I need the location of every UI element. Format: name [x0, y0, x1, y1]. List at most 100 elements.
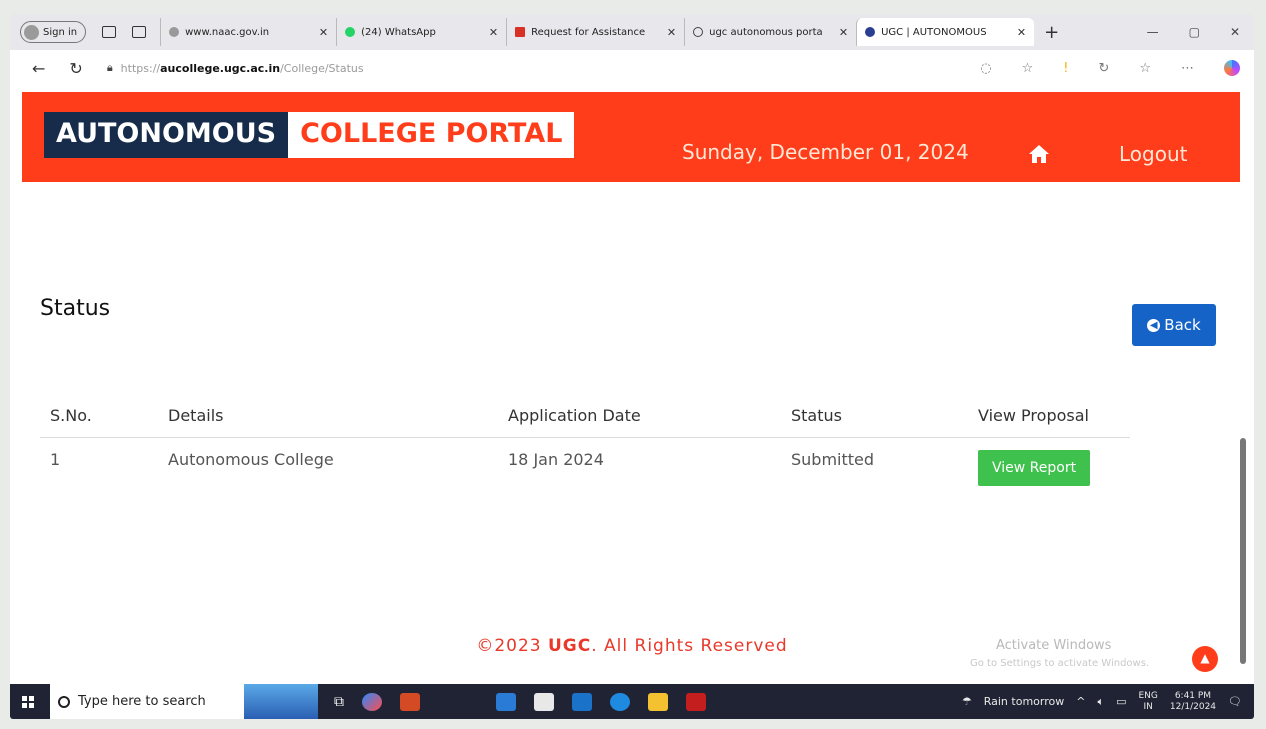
alert-icon[interactable]: ! — [1063, 61, 1068, 76]
taskbar-search-box[interactable]: Type here to search — [50, 684, 318, 719]
window-controls: — ▢ ✕ — [1147, 25, 1254, 39]
maximize-icon[interactable]: ▢ — [1189, 25, 1200, 39]
battery-icon[interactable]: ▭ — [1116, 695, 1126, 708]
task-view-icon[interactable]: ⧉ — [334, 694, 344, 710]
tab-label: (24) WhatsApp — [361, 26, 436, 38]
copilot-icon[interactable] — [1224, 60, 1240, 76]
url-host: aucollege.ugc.ac.in — [160, 61, 281, 75]
workspaces-icon[interactable] — [102, 26, 117, 38]
scroll-to-top-button[interactable]: ▲ — [1192, 646, 1218, 672]
clock-time: 6:41 PM — [1174, 690, 1212, 701]
cell-details: Autonomous College — [168, 450, 334, 469]
tab-actions-icon[interactable] — [132, 26, 147, 38]
close-window-icon[interactable]: ✕ — [1230, 25, 1240, 39]
more-icon[interactable]: ⋯ — [1181, 61, 1194, 76]
tab-ugc-autonomous[interactable]: UGC | AUTONOMOUS ✕ — [856, 18, 1035, 46]
read-aloud-icon[interactable]: ◌ — [980, 61, 991, 76]
close-tab-icon[interactable]: ✕ — [839, 26, 848, 39]
profile-icon — [24, 24, 39, 40]
tab-label: UGC | AUTONOMOUS — [881, 26, 987, 38]
volume-icon[interactable]: 🔈︎ — [1097, 695, 1104, 709]
search-highlight-image — [244, 684, 318, 719]
tab-search[interactable]: ugc autonomous porta ✕ — [684, 18, 856, 46]
site-header: AUTONOMOUS COLLEGE PORTAL Sunday, Decemb… — [22, 92, 1240, 182]
browser-toolbar: ◌ ☆ ! ↻ ☆ ⋯ — [980, 60, 1254, 76]
system-tray: ☂ Rain tomorrow ^ 🔈︎ ▭ ENG IN 6:41 PM 12… — [962, 691, 1254, 713]
col-application-date: Application Date — [498, 398, 781, 438]
back-button-label: Back — [1164, 316, 1201, 334]
cell-date: 18 Jan 2024 — [508, 450, 604, 469]
close-tab-icon[interactable]: ✕ — [1017, 26, 1026, 39]
footer-prefix: ©2023 — [476, 636, 548, 656]
windows-start-icon[interactable] — [22, 695, 34, 708]
close-tab-icon[interactable]: ✕ — [489, 26, 498, 39]
refresh-icon[interactable]: ↻ — [69, 59, 82, 78]
windows-taskbar: Type here to search ⧉ ☂ Rain tomorrow ^ … — [10, 684, 1254, 719]
page-title: Status — [40, 296, 111, 321]
address-bar: ← ↻ 🔒︎ https://aucollege.ugc.ac.in/Colle… — [10, 50, 1254, 86]
search-icon — [58, 695, 70, 708]
weather-text[interactable]: Rain tomorrow — [984, 695, 1065, 708]
footer-brand: UGC — [548, 636, 592, 656]
tab-label: www.naac.gov.in — [185, 26, 270, 38]
home-icon[interactable] — [1028, 144, 1050, 164]
url-scheme: https:// — [120, 61, 161, 75]
tab-label: ugc autonomous porta — [709, 26, 823, 38]
col-view-proposal: View Proposal — [968, 398, 1130, 438]
favorites-icon[interactable]: ☆ — [1139, 61, 1151, 76]
footer-suffix: . All Rights Reserved — [591, 636, 788, 656]
store-icon[interactable] — [534, 692, 554, 711]
weather-icon[interactable]: ☂ — [962, 695, 972, 708]
powerpoint-icon[interactable] — [400, 692, 420, 711]
monitor-screen: Sign in www.naac.gov.in ✕ (24) WhatsApp … — [10, 14, 1254, 719]
favorite-star-icon[interactable]: ☆ — [1022, 61, 1034, 76]
language-code: ENG — [1138, 690, 1158, 701]
search-placeholder: Type here to search — [78, 694, 206, 709]
clock[interactable]: 6:41 PM 12/1/2024 — [1170, 691, 1216, 713]
language-indicator[interactable]: ENG IN — [1138, 691, 1157, 713]
cell-sno: 1 — [50, 450, 61, 469]
table-row: 1 Autonomous College 18 Jan 2024 Submitt… — [40, 438, 1130, 499]
notifications-icon[interactable]: 🗨︎ — [1228, 695, 1242, 708]
activate-windows-subtext: Go to Settings to activate Windows. — [970, 658, 1150, 669]
gmail-icon — [515, 27, 526, 37]
cell-status: Submitted — [791, 450, 875, 469]
tab-gmail[interactable]: Request for Assistance ✕ — [506, 18, 684, 46]
tab-whatsapp[interactable]: (24) WhatsApp ✕ — [336, 18, 506, 46]
view-report-button[interactable]: View Report — [978, 450, 1091, 486]
chrome-icon[interactable] — [572, 692, 592, 711]
logout-link[interactable]: Logout — [1119, 142, 1187, 166]
minimize-icon[interactable]: — — [1147, 25, 1159, 39]
page-scrollbar[interactable] — [1240, 438, 1246, 664]
portal-logo[interactable]: AUTONOMOUS COLLEGE PORTAL — [44, 112, 575, 158]
table-header-row: S.No. Details Application Date Status Vi… — [40, 398, 1130, 438]
browser-tab-bar: Sign in www.naac.gov.in ✕ (24) WhatsApp … — [10, 14, 1254, 50]
back-arrow-icon[interactable]: ← — [32, 59, 45, 78]
status-table: S.No. Details Application Date Status Vi… — [40, 398, 1130, 498]
activate-windows-watermark: Activate Windows — [996, 638, 1112, 653]
col-status: Status — [781, 398, 968, 438]
globe-icon — [865, 27, 876, 37]
lock-icon: 🔒︎ — [106, 61, 113, 74]
header-date: Sunday, December 01, 2024 — [682, 140, 969, 164]
clock-date: 12/1/2024 — [1169, 701, 1217, 712]
mail-icon[interactable] — [496, 692, 516, 711]
sign-in-label: Sign in — [43, 26, 78, 38]
refresh-extension-icon[interactable]: ↻ — [1098, 61, 1109, 76]
logo-college-portal: COLLEGE PORTAL — [288, 112, 575, 158]
back-button[interactable]: ◀ Back — [1132, 304, 1216, 346]
main-content: Status ◀ Back S.No. Details Application … — [10, 184, 1254, 674]
sign-in-button[interactable]: Sign in — [20, 21, 87, 43]
mcafee-icon[interactable] — [686, 692, 706, 711]
edge-icon[interactable] — [610, 692, 630, 711]
close-tab-icon[interactable]: ✕ — [319, 26, 328, 39]
search-icon — [693, 27, 704, 37]
tab-naac[interactable]: www.naac.gov.in ✕ — [160, 18, 336, 46]
file-explorer-icon[interactable] — [648, 692, 668, 711]
close-tab-icon[interactable]: ✕ — [667, 26, 676, 39]
copilot-app-icon[interactable] — [362, 692, 382, 711]
new-tab-button[interactable]: + — [1044, 22, 1059, 43]
url-field[interactable]: 🔒︎ https://aucollege.ugc.ac.in/College/S… — [107, 61, 364, 75]
region-code: IN — [1143, 701, 1153, 712]
tray-overflow-icon[interactable]: ^ — [1076, 695, 1085, 708]
